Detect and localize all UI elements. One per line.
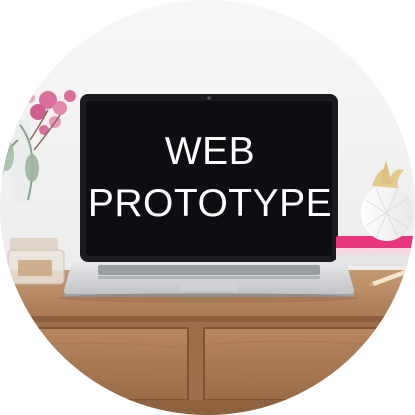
stapler-icon <box>7 238 65 285</box>
photo-scene: WEB PROTOTYPE <box>0 0 415 415</box>
screen-title-line-1: WEB <box>164 130 256 173</box>
circular-photo-frame: WEB PROTOTYPE <box>0 0 415 415</box>
screen-title-line-2: PROTOTYPE <box>87 182 333 225</box>
right-drawer <box>203 327 390 401</box>
pink-notebook-icon <box>336 236 415 266</box>
left-drawer <box>27 327 189 401</box>
screen-title: WEB PROTOTYPE <box>85 103 335 253</box>
